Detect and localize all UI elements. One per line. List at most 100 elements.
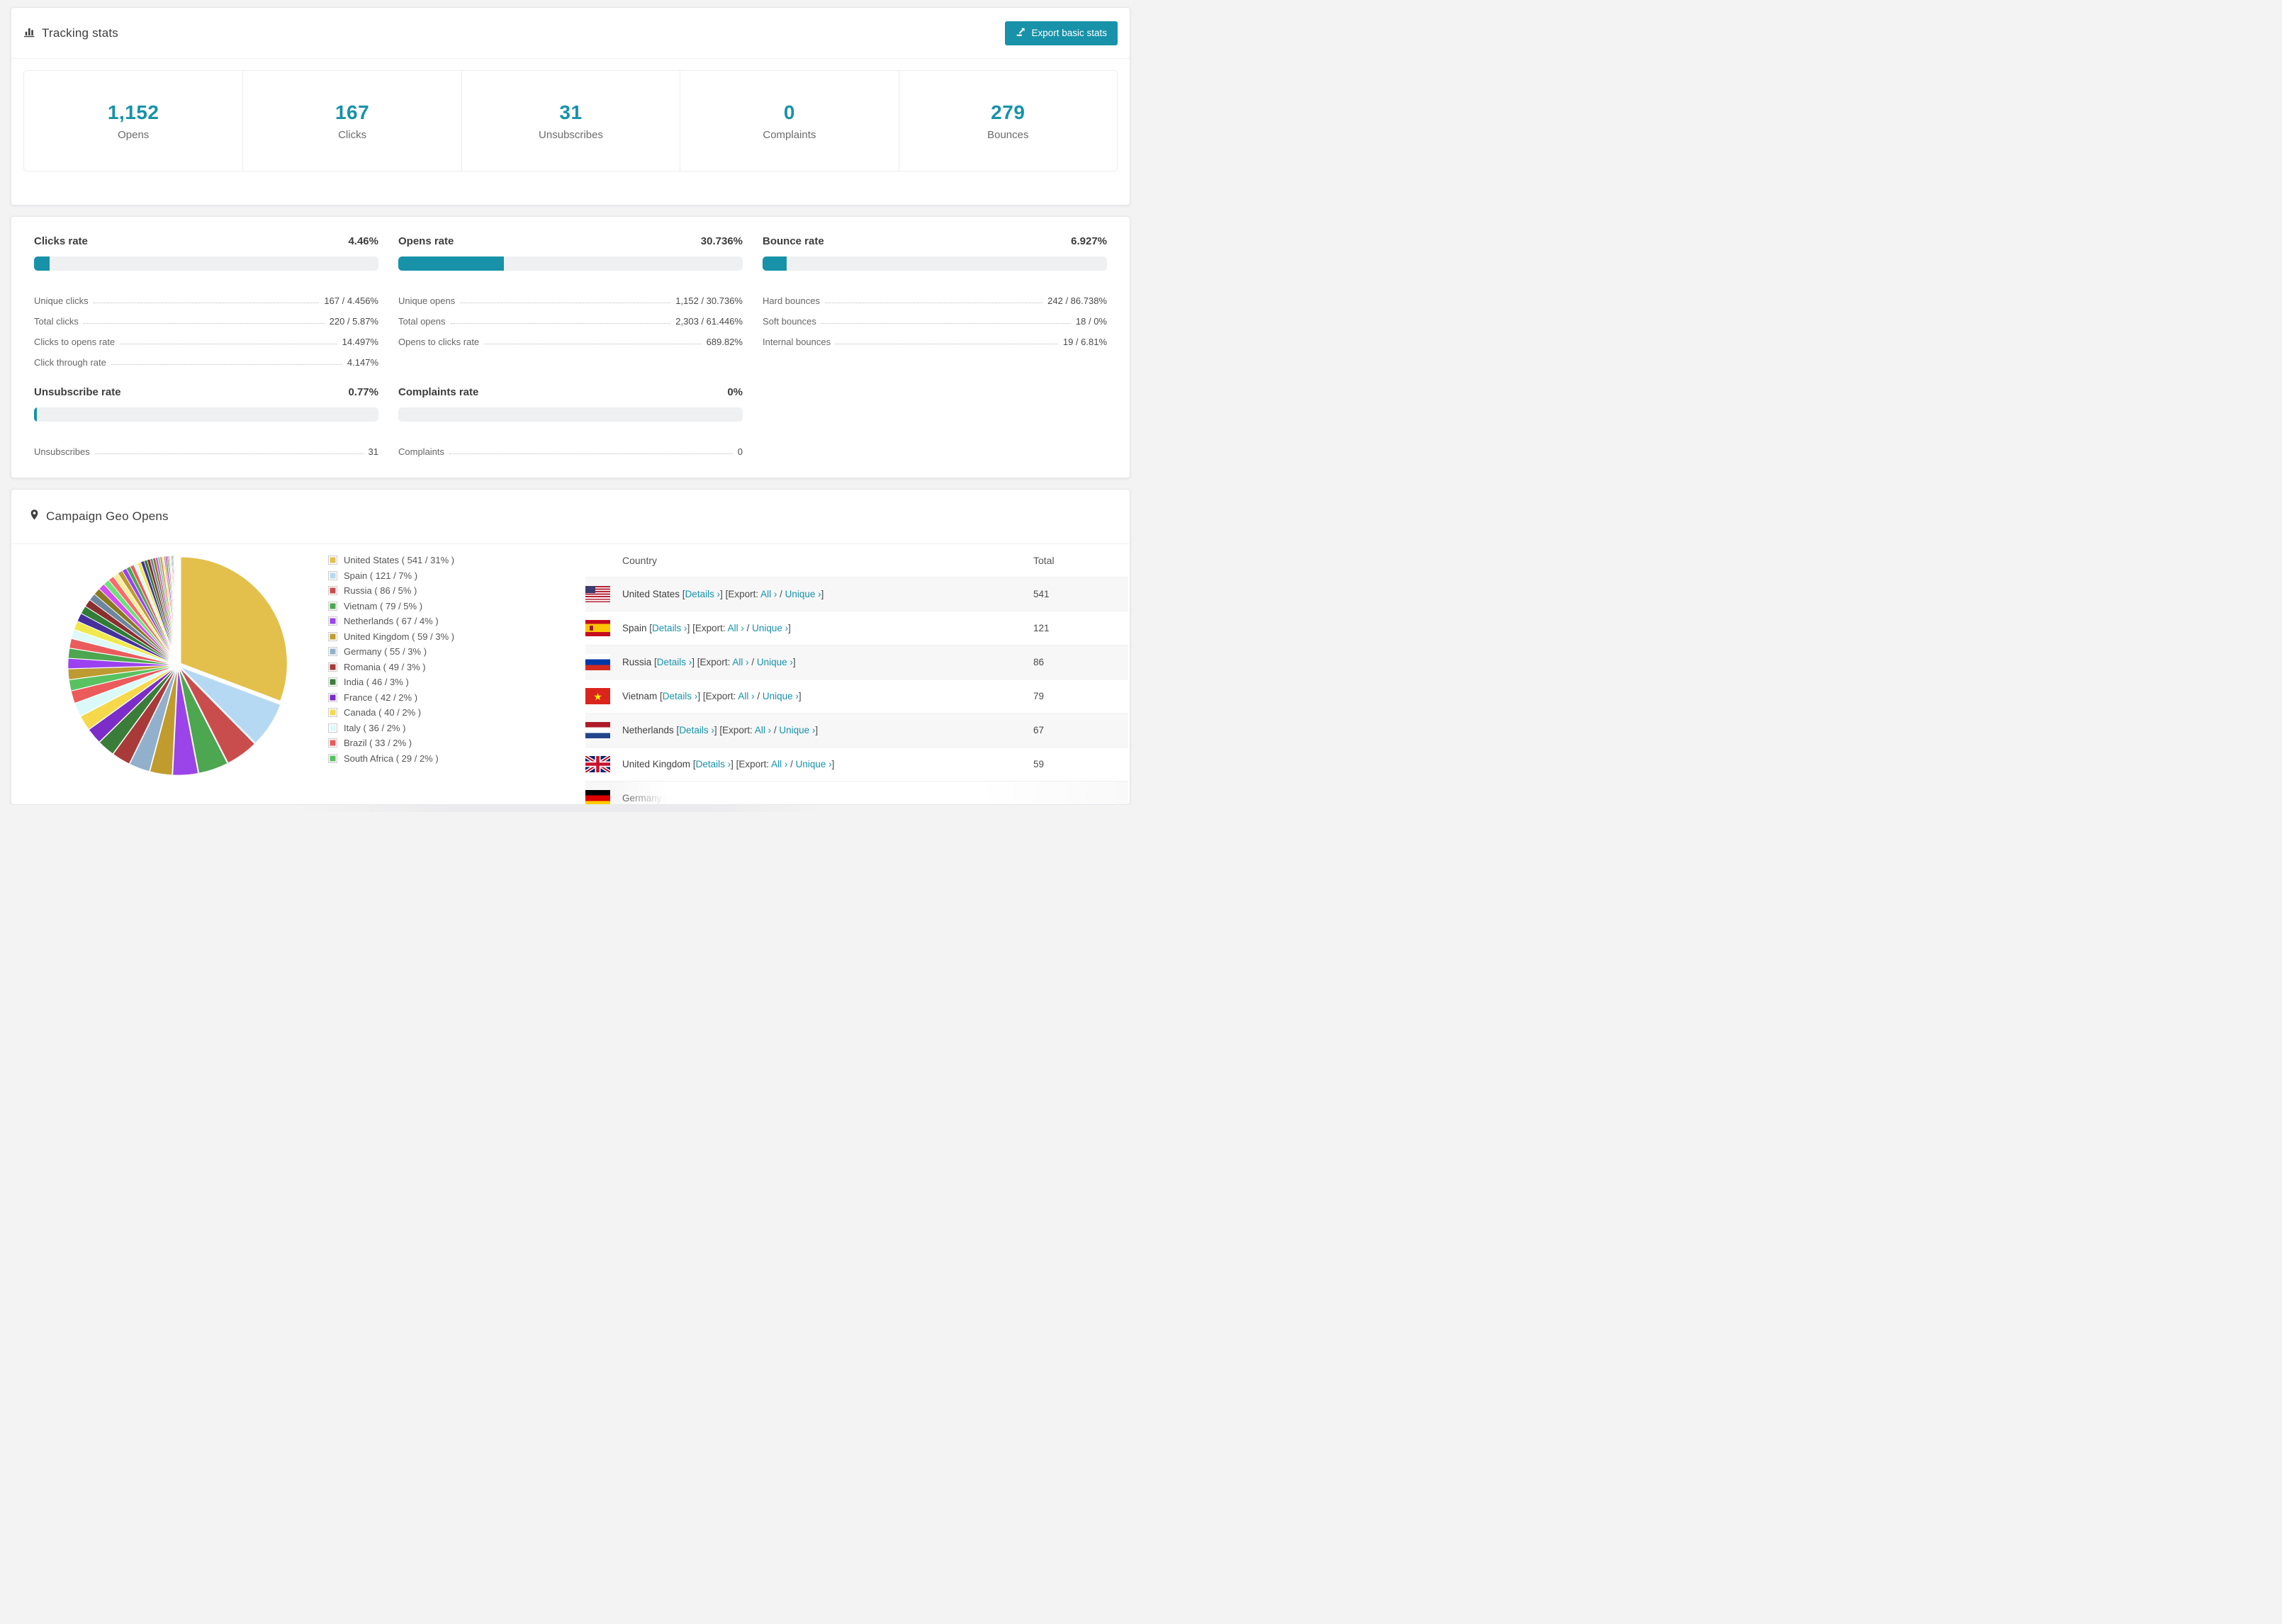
export-all-link[interactable]: All › [755, 725, 771, 735]
country-cell: United States [Details ›] [Export: All ›… [622, 589, 824, 599]
export-unique-link[interactable]: Unique › [779, 725, 815, 735]
total-cell: 541 [1033, 589, 1050, 599]
metric-label: Unique opens [398, 295, 456, 306]
rate-metric-row: Unique opens 1,152 / 30.736% [398, 286, 743, 306]
table-row: Netherlands [Details ›] [Export: All › /… [585, 713, 1128, 747]
rate-metric-row: Unique clicks 167 / 4.456% [34, 286, 378, 306]
export-all-link[interactable]: All › [738, 691, 754, 701]
column-header-total: Total [1033, 555, 1055, 566]
details-link[interactable]: Details › [679, 725, 714, 735]
geo-table: Country Total United States [Details ›] … [585, 544, 1128, 804]
stat-value: 31 [559, 101, 583, 123]
flag-de [585, 790, 610, 804]
metric-label: Unsubscribes [34, 446, 90, 457]
rate-progress-track [763, 256, 1107, 271]
bounce-rate-panel: Bounce rate 6.927% Hard bounces 242 / 86.73… [763, 235, 1107, 368]
unsubscribe-rate-rows: Unsubscribes 31 [34, 436, 378, 457]
legend-swatch [328, 556, 337, 565]
metric-label: Soft bounces [763, 316, 816, 327]
legend-label: Romania ( 49 / 3% ) [344, 661, 426, 672]
legend-label: United States ( 541 / 31% ) [344, 555, 455, 566]
country-name: United States [622, 589, 682, 599]
export-unique-link[interactable]: Unique › [757, 657, 793, 667]
details-link[interactable]: Details › [657, 657, 692, 667]
metric-label: Total opens [398, 316, 446, 327]
legend-label: India ( 46 / 3% ) [344, 677, 409, 688]
export-all-link[interactable]: All › [771, 759, 787, 769]
export-unique-link[interactable]: Unique › [763, 691, 799, 701]
legend-swatch [328, 692, 337, 702]
rate-progress-fill [34, 256, 50, 271]
export-all-link[interactable]: All › [732, 657, 748, 667]
flag-us [585, 586, 610, 602]
rate-progress-fill [398, 256, 505, 271]
stat-clicks: 167 Clicks [242, 71, 461, 171]
legend-swatch [328, 631, 337, 641]
country-name: Spain [622, 623, 650, 633]
details-link[interactable]: Details › [696, 759, 731, 769]
total-cell: 59 [1033, 759, 1045, 769]
export-unique-link[interactable]: Unique › [796, 759, 832, 769]
export-unique-link[interactable]: Unique › [752, 623, 788, 633]
legend-item: Spain ( 121 / 7% ) [328, 568, 576, 584]
legend-swatch [328, 753, 337, 763]
summary-stats-row: 1,152 Opens 167 Clicks 31 Unsubscribes 0 Compla… [23, 70, 1118, 171]
tracking-stats-header: Tracking stats Export basic stats [11, 8, 1130, 59]
legend-item: United Kingdom ( 59 / 3% ) [328, 629, 576, 645]
export-all-link[interactable]: All › [743, 793, 759, 803]
dotted-leader [449, 453, 733, 454]
details-link[interactable]: Details › [685, 589, 721, 599]
table-row: ★ Vietnam [Details ›] [Export: All › / Un… [585, 679, 1128, 713]
geo-pie-chart[interactable] [61, 548, 295, 782]
metric-value: 167 / 4.456% [324, 295, 378, 306]
total-cell: 86 [1033, 657, 1045, 667]
export-all-link[interactable]: All › [728, 623, 744, 633]
rate-value: 6.927% [1071, 235, 1107, 247]
export-unique-link[interactable]: Unique › [785, 589, 821, 599]
table-row: Germany [Details ›] [Export: All › / Uni… [585, 781, 1128, 804]
rate-metric-row: Total opens 2,303 / 61.446% [398, 306, 743, 327]
legend-item: Romania ( 49 / 3% ) [328, 660, 576, 675]
details-link[interactable]: Details › [663, 691, 698, 701]
stat-value: 279 [991, 101, 1025, 123]
metric-label: Opens to clicks rate [398, 337, 480, 347]
dotted-leader [821, 323, 1071, 324]
bar-chart-icon [23, 26, 35, 41]
legend-item: Germany ( 55 / 3% ) [328, 644, 576, 660]
legend-swatch [328, 570, 337, 580]
legend-label: Vietnam ( 79 / 5% ) [344, 600, 423, 611]
rate-title: Opens rate [398, 235, 454, 247]
geo-legend: United States ( 541 / 31% ) Spain ( 121 /… [328, 553, 576, 766]
campaign-geo-opens-card: Campaign Geo Opens United States ( 541 /… [11, 489, 1130, 805]
rate-metric-row: Clicks to opens rate 14.497% [34, 327, 378, 347]
metric-value: 2,303 / 61.446% [675, 316, 743, 327]
legend-label: France ( 42 / 2% ) [344, 692, 418, 703]
country-name: Russia [622, 657, 655, 667]
metric-label: Click through rate [34, 357, 106, 368]
stat-label: Complaints [763, 128, 816, 141]
page-bottom-shade [0, 805, 1141, 812]
bounce-rate-head: Bounce rate 6.927% [763, 235, 1107, 247]
stat-complaints: 0 Complaints [680, 71, 898, 171]
legend-item: Canada ( 40 / 2% ) [328, 705, 576, 721]
export-all-link[interactable]: All › [760, 589, 777, 599]
flag-vn: ★ [585, 688, 610, 704]
rate-metric-row: Complaints 0 [398, 436, 743, 457]
metric-value: 18 / 0% [1075, 316, 1107, 327]
export-basic-stats-button[interactable]: Export basic stats [1005, 21, 1118, 45]
legend-label: Germany ( 55 / 3% ) [344, 646, 427, 658]
details-link[interactable]: Details › [667, 793, 702, 803]
legend-item: Brazil ( 33 / 2% ) [328, 735, 576, 751]
rate-progress-fill [34, 407, 37, 422]
metric-value: 14.497% [342, 337, 378, 347]
metric-value: 4.147% [347, 357, 378, 368]
details-link[interactable]: Details › [652, 623, 687, 633]
rate-metric-row: Unsubscribes 31 [34, 436, 378, 457]
legend-swatch [328, 662, 337, 672]
flag-nl [585, 722, 610, 738]
dotted-leader [111, 364, 342, 365]
legend-swatch [328, 601, 337, 611]
export-unique-link[interactable]: Unique › [767, 793, 803, 803]
rate-title: Complaints rate [398, 386, 479, 398]
metric-label: Internal bounces [763, 337, 831, 347]
